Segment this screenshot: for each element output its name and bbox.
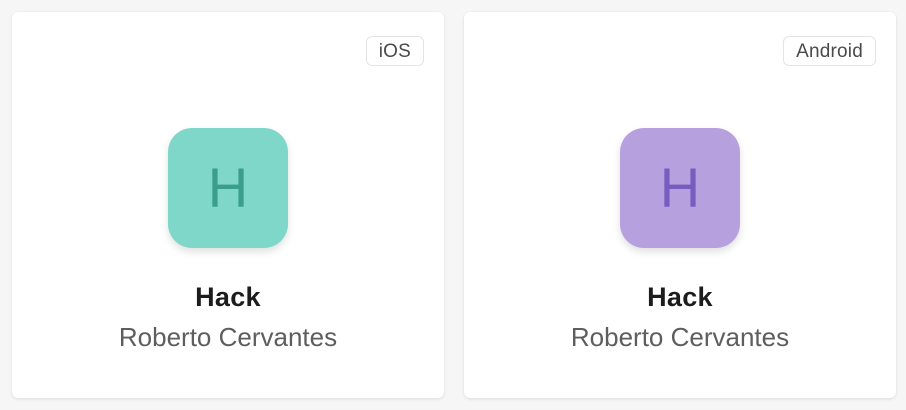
app-grid: iOS H Hack Roberto Cervantes Android H H… <box>0 0 906 410</box>
app-owner: Roberto Cervantes <box>118 322 338 352</box>
app-name: Hack <box>647 282 713 312</box>
platform-badge: Android <box>783 36 876 66</box>
app-icon-initial: H <box>659 156 701 219</box>
app-icon-initial: H <box>207 156 249 219</box>
app-card-ios[interactable]: iOS H Hack Roberto Cervantes <box>12 12 444 398</box>
app-card-android[interactable]: Android H Hack Roberto Cervantes <box>464 12 896 398</box>
platform-badge: iOS <box>365 36 424 66</box>
app-owner: Roberto Cervantes <box>570 322 790 352</box>
app-icon: H <box>168 128 288 248</box>
app-name: Hack <box>195 282 261 312</box>
app-icon: H <box>620 128 740 248</box>
